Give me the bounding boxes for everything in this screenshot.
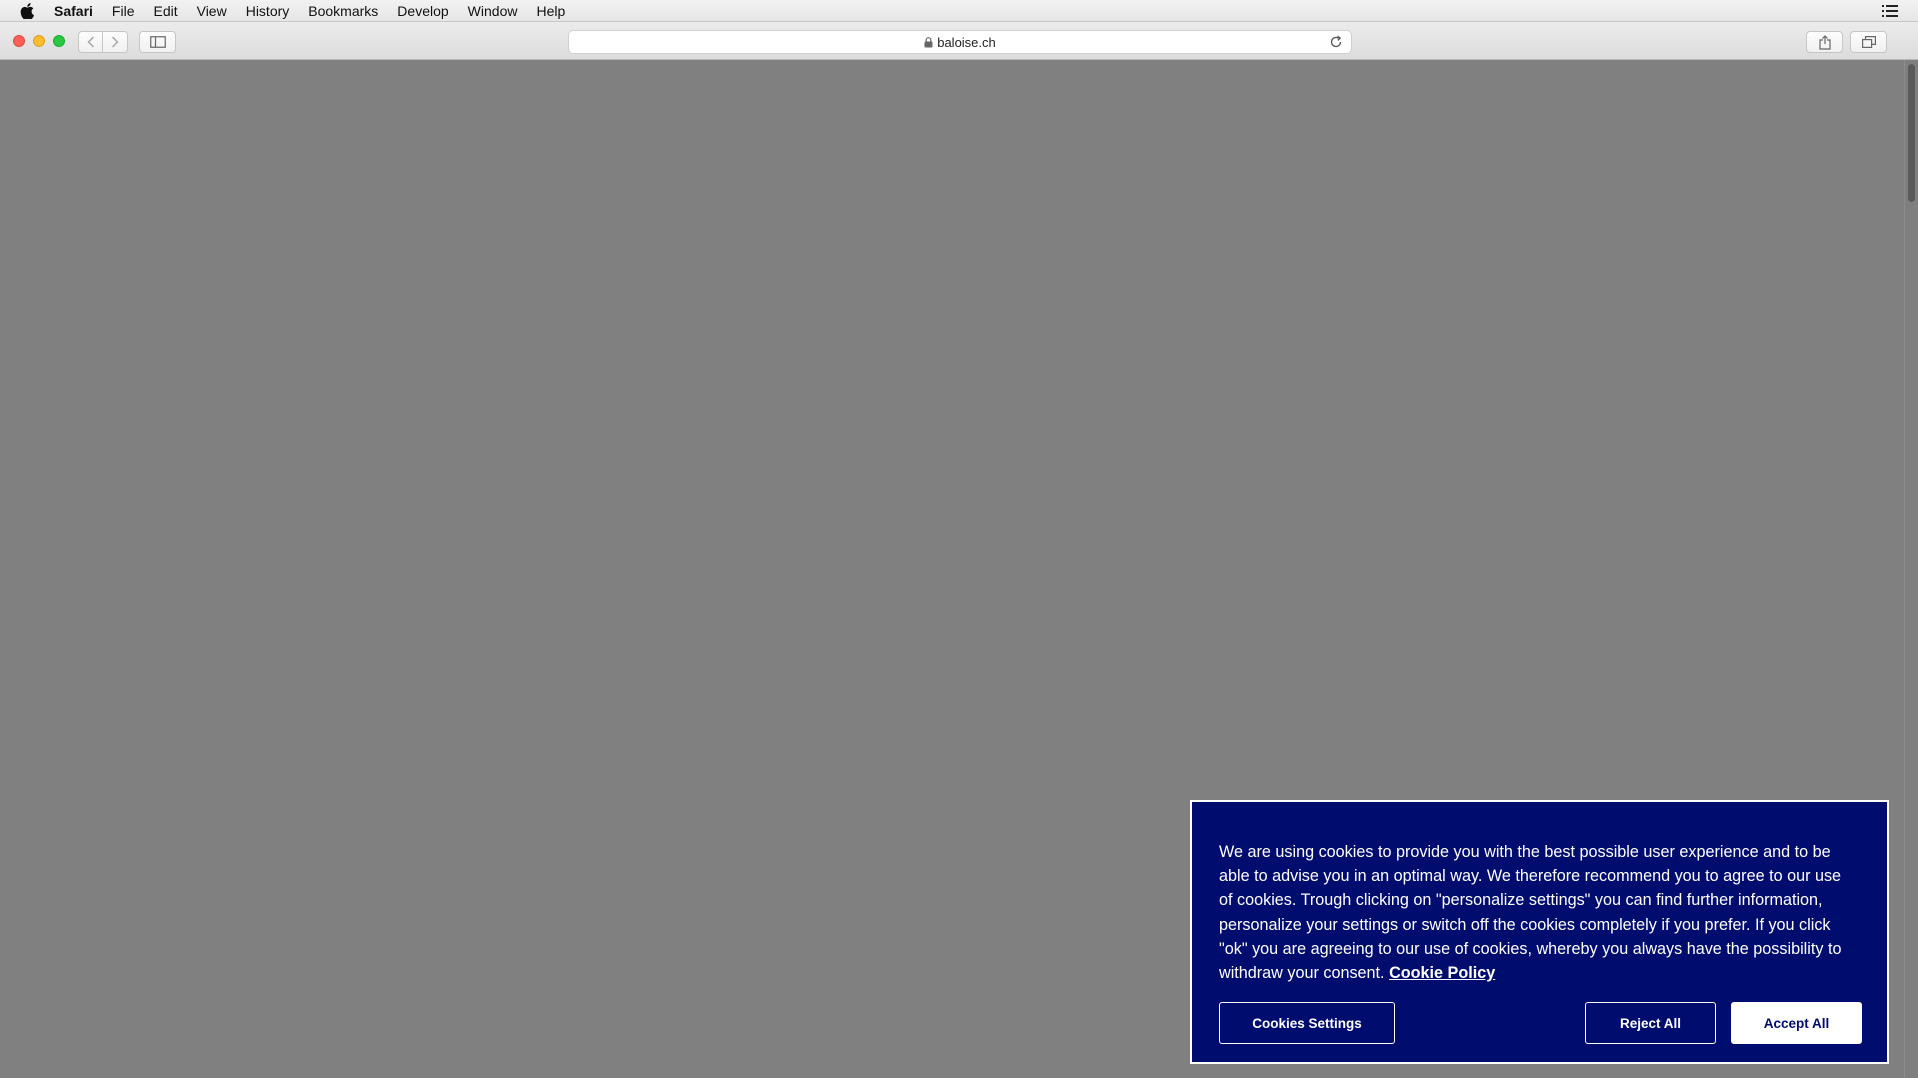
cookie-consent-banner: We are using cookies to provide you with… <box>1190 800 1889 1064</box>
notification-list-icon[interactable] <box>1882 4 1898 18</box>
sidebar-toggle-button[interactable] <box>139 31 176 53</box>
chevron-right-icon <box>111 36 119 48</box>
accept-all-button[interactable]: Accept All <box>1731 1002 1862 1044</box>
forward-button[interactable] <box>103 31 128 53</box>
reload-icon[interactable] <box>1329 35 1343 49</box>
address-bar[interactable]: baloise.ch <box>568 30 1352 54</box>
cookie-policy-link[interactable]: Cookie Policy <box>1389 964 1495 982</box>
window-zoom-button[interactable] <box>53 35 65 47</box>
menu-edit[interactable]: Edit <box>153 3 177 19</box>
cookie-message: We are using cookies to provide you with… <box>1219 840 1859 985</box>
reject-all-button[interactable]: Reject All <box>1585 1002 1716 1044</box>
url-text: baloise.ch <box>937 34 996 50</box>
share-icon <box>1818 34 1831 50</box>
share-button[interactable] <box>1806 31 1843 53</box>
sidebar-icon <box>149 36 166 48</box>
scrollbar-thumb[interactable] <box>1908 64 1915 202</box>
macos-menu-bar: Safari File Edit View History Bookmarks … <box>0 0 1918 22</box>
menu-safari[interactable]: Safari <box>54 3 93 19</box>
show-all-tabs-button[interactable] <box>1850 31 1887 53</box>
menu-develop[interactable]: Develop <box>397 3 448 19</box>
lock-icon <box>924 36 933 48</box>
tabs-overview-icon <box>1861 36 1876 48</box>
window-minimize-button[interactable] <box>33 35 45 47</box>
chevron-left-icon <box>86 36 94 48</box>
cookies-settings-button[interactable]: Cookies Settings <box>1219 1002 1395 1044</box>
browser-toolbar: baloise.ch <box>0 22 1918 77</box>
window-close-button[interactable] <box>13 35 25 47</box>
back-button[interactable] <box>78 31 103 53</box>
menu-bookmarks[interactable]: Bookmarks <box>308 3 378 19</box>
page-scrollbar[interactable] <box>1904 60 1918 1078</box>
menu-file[interactable]: File <box>112 3 135 19</box>
apple-icon[interactable] <box>20 2 36 19</box>
menu-help[interactable]: Help <box>536 3 565 19</box>
menu-window[interactable]: Window <box>468 3 518 19</box>
menu-history[interactable]: History <box>246 3 290 19</box>
cookie-message-text: We are using cookies to provide you with… <box>1219 843 1842 983</box>
menu-view[interactable]: View <box>197 3 227 19</box>
